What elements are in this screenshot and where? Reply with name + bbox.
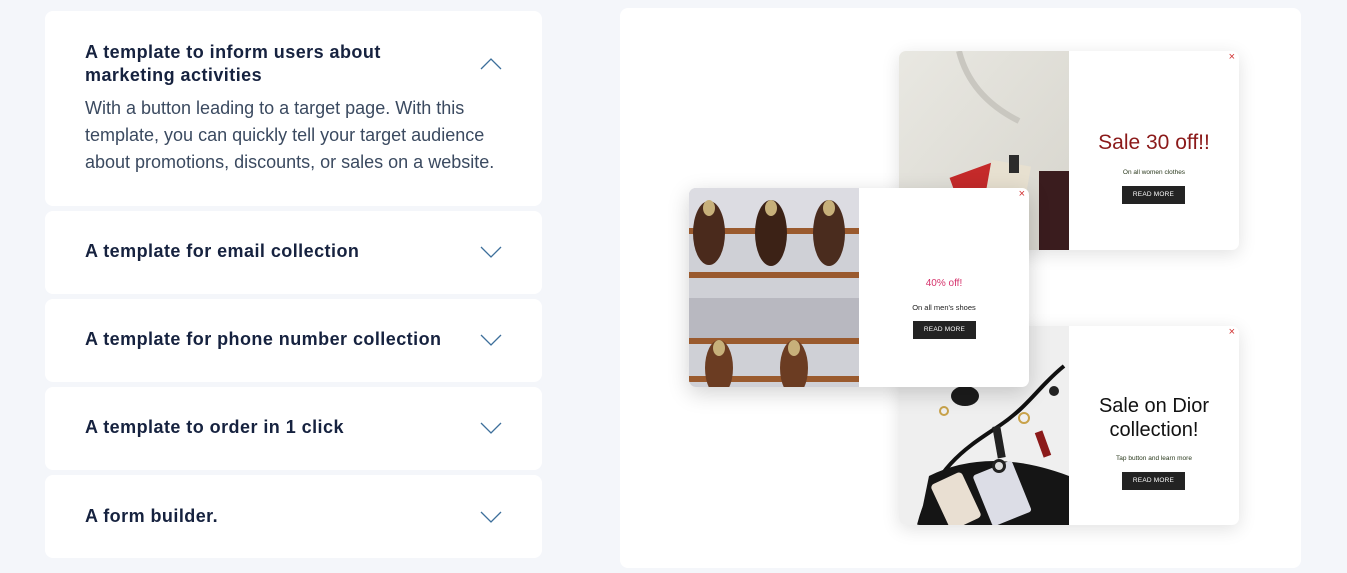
popup-women-subtitle: On all women clothes xyxy=(1122,169,1186,176)
popup-dior-title: Sale on Dior collection! xyxy=(1098,395,1210,441)
popup-shoes: 40% off! On all men's shoes READ MORE × xyxy=(689,188,1029,387)
accordion-item-phone[interactable]: A template for phone number collection xyxy=(45,299,542,382)
accordion-title-marketing[interactable]: A template to inform users about marketi… xyxy=(85,41,425,87)
accordion-title-phone[interactable]: A template for phone number collection xyxy=(85,328,441,351)
popup-dior-subtitle: Tap button and learn more xyxy=(1116,455,1192,462)
close-icon[interactable]: × xyxy=(1019,189,1025,200)
chevron-down-icon[interactable] xyxy=(480,422,502,434)
chevron-down-icon[interactable] xyxy=(480,511,502,523)
accordion-title-form-builder[interactable]: A form builder. xyxy=(85,505,218,528)
accordion-title-email[interactable]: A template for email collection xyxy=(85,240,359,263)
popup-women-read-more-button[interactable]: READ MORE xyxy=(1122,186,1185,204)
close-icon[interactable]: × xyxy=(1229,52,1235,63)
popup-shoes-title: 40% off! xyxy=(925,278,963,289)
accordion-item-one-click[interactable]: A template to order in 1 click xyxy=(45,387,542,470)
popup-dior-read-more-button[interactable]: READ MORE xyxy=(1122,472,1185,490)
accordion-title-one-click[interactable]: A template to order in 1 click xyxy=(85,416,344,439)
chevron-down-icon[interactable] xyxy=(480,334,502,346)
popup-women-title: Sale 30 off!! xyxy=(1098,131,1210,154)
chevron-down-icon[interactable] xyxy=(480,246,502,258)
accordion-item-form-builder[interactable]: A form builder. xyxy=(45,475,542,558)
shoes-shelf-image xyxy=(689,188,859,387)
popup-shoes-read-more-button[interactable]: READ MORE xyxy=(913,321,976,339)
close-icon[interactable]: × xyxy=(1229,327,1235,338)
accordion-item-email[interactable]: A template for email collection xyxy=(45,211,542,294)
accordion-item-marketing[interactable]: A template to inform users about marketi… xyxy=(45,11,542,206)
popup-shoes-subtitle: On all men's shoes xyxy=(912,303,976,312)
accordion-description-marketing: With a button leading to a target page. … xyxy=(85,98,495,172)
chevron-up-icon[interactable] xyxy=(480,58,502,70)
